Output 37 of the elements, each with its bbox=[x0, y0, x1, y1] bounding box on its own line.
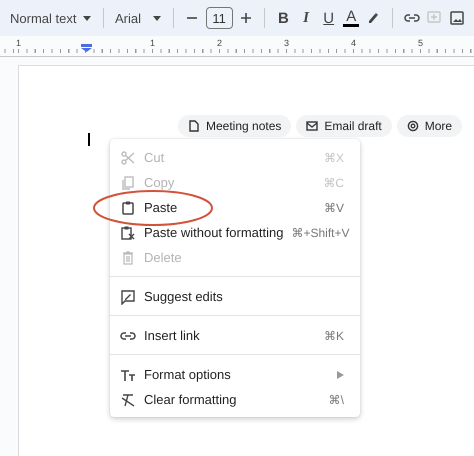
clipboard-icon bbox=[120, 224, 136, 240]
image-icon bbox=[448, 10, 465, 26]
italic-button[interactable]: I bbox=[294, 4, 318, 32]
clipboard-icon bbox=[120, 200, 136, 216]
indent-marker-icon[interactable] bbox=[81, 44, 92, 52]
ruler-number: 4 bbox=[351, 37, 356, 49]
trash-icon bbox=[120, 250, 136, 266]
plus-icon bbox=[240, 12, 252, 24]
text-color-button[interactable]: A bbox=[340, 4, 363, 32]
scissors-icon bbox=[120, 150, 136, 166]
menu-item[interactable]: Insert link ⌘K bbox=[110, 323, 360, 348]
clear-format-icon bbox=[120, 392, 136, 408]
menu-item[interactable]: Clear formatting ⌘\ bbox=[110, 387, 360, 412]
template-chip[interactable]: Email draft bbox=[296, 115, 392, 137]
caret-icon bbox=[152, 14, 162, 22]
font-size-field[interactable]: 11 bbox=[206, 7, 233, 29]
mail-icon bbox=[306, 120, 318, 132]
template-chip[interactable]: More bbox=[396, 115, 462, 137]
menu-item[interactable]: Paste without formatting ⌘+Shift+V bbox=[110, 220, 360, 245]
ruler-number: 1 bbox=[16, 37, 22, 49]
underline-button[interactable]: U bbox=[317, 4, 340, 32]
template-chip[interactable]: Meeting notes bbox=[178, 115, 292, 137]
menu-item[interactable]: Format options bbox=[110, 362, 360, 387]
ruler-number: 2 bbox=[217, 37, 222, 49]
ruler-number: 5 bbox=[418, 37, 424, 49]
text-cursor bbox=[88, 133, 90, 146]
ruler-number: 1 bbox=[150, 37, 156, 49]
ruler-number: 3 bbox=[284, 37, 290, 49]
paragraph-style-dropdown[interactable]: Normal text bbox=[6, 4, 96, 32]
caret-icon bbox=[82, 14, 92, 22]
document-icon bbox=[188, 120, 200, 132]
copy-icon bbox=[120, 174, 136, 190]
suggest-edit-icon bbox=[120, 288, 136, 304]
font-dropdown[interactable]: Arial bbox=[111, 4, 166, 32]
menu-item[interactable]: Suggest edits bbox=[110, 284, 360, 309]
bold-button[interactable]: B bbox=[272, 4, 295, 32]
menu-item[interactable]: Paste ⌘V bbox=[110, 195, 360, 220]
